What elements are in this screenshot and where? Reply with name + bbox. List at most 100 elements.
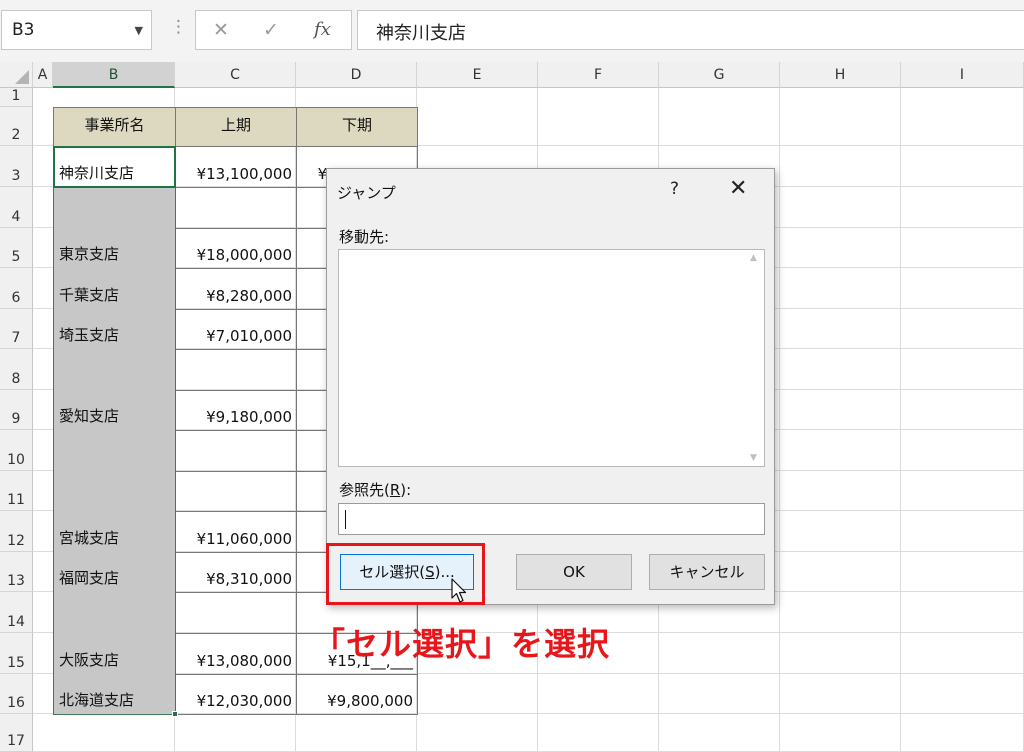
row-header-15[interactable]: 15 — [0, 633, 33, 674]
cell-value: 上期 — [220, 116, 251, 134]
reference-label-pre: 参照先( — [339, 481, 390, 499]
cell-c15[interactable]: ¥13,080,000 — [175, 633, 297, 675]
name-box[interactable]: B3 ▼ — [1, 10, 152, 50]
cell-b2[interactable]: 事業所名 — [53, 107, 176, 147]
cancel-icon[interactable]: ✕ — [213, 19, 229, 41]
cell-c13[interactable]: ¥8,310,000 — [175, 552, 297, 593]
row-number: 10 — [7, 452, 25, 468]
cell-c6[interactable]: ¥8,280,000 — [175, 268, 297, 310]
row-header-4[interactable]: 4 — [0, 187, 33, 228]
row-header-9[interactable]: 9 — [0, 390, 33, 430]
reference-input[interactable] — [338, 503, 765, 535]
goto-list[interactable]: ▲ ▼ — [338, 249, 765, 467]
help-icon[interactable]: ? — [670, 179, 679, 199]
selection-range — [53, 146, 176, 715]
row-header-17[interactable]: 17 — [0, 714, 33, 752]
row-number: 16 — [7, 695, 25, 711]
close-icon[interactable]: ✕ — [729, 176, 747, 201]
insert-function-icon[interactable]: fx — [314, 19, 331, 40]
scrollbar[interactable]: ▲ ▼ — [746, 250, 764, 466]
row-number: 3 — [11, 168, 21, 184]
cell-c12[interactable]: ¥11,060,000 — [175, 511, 297, 553]
row-header-7[interactable]: 7 — [0, 309, 33, 349]
cell-value: ¥8,280,000 — [206, 287, 292, 305]
row-header-11[interactable]: 11 — [0, 471, 33, 511]
row-header-14[interactable]: 14 — [0, 592, 33, 633]
check-icon[interactable]: ✓ — [263, 19, 279, 41]
cell-value: ¥12,030,000 — [196, 692, 292, 710]
row-header-6[interactable]: 6 — [0, 268, 33, 309]
row-header-16[interactable]: 16 — [0, 674, 33, 714]
cell-c10[interactable] — [175, 430, 297, 472]
cell-c9[interactable]: ¥9,180,000 — [175, 390, 297, 431]
row-number: 13 — [7, 573, 25, 589]
row-header-5[interactable]: 5 — [0, 228, 33, 268]
cell-value: 事業所名 — [84, 116, 145, 134]
formula-input-value: 神奈川支店 — [376, 23, 466, 44]
cell-value: ¥13,080,000 — [196, 652, 292, 670]
fill-handle[interactable] — [172, 711, 178, 717]
row-number: 1 — [11, 88, 21, 104]
column-header-i[interactable]: I — [901, 62, 1024, 88]
cancel-button[interactable]: キャンセル — [649, 554, 765, 590]
column-header-c[interactable]: C — [175, 62, 296, 88]
reference-label-post: ): — [400, 481, 412, 499]
cell-d16[interactable]: ¥9,800,000 — [296, 674, 418, 715]
cell-c7[interactable]: ¥7,010,000 — [175, 309, 297, 350]
row-number: 12 — [7, 533, 25, 549]
name-box-value: B3 — [12, 20, 35, 40]
cell-value: ¥13,100,000 — [196, 165, 292, 183]
cell-value: ¥8,310,000 — [206, 570, 292, 588]
row-header-2[interactable]: 2 — [0, 107, 33, 146]
row-header-13[interactable]: 13 — [0, 552, 33, 592]
chevron-down-icon[interactable]: ▼ — [135, 24, 143, 37]
ok-button[interactable]: OK — [516, 554, 632, 590]
cell-c14[interactable] — [175, 592, 297, 634]
goto-dialog: ジャンプ ? ✕ 移動先: ▲ ▼ 参照先(R): セル選択(S)... OK … — [326, 168, 775, 605]
column-header-g[interactable]: G — [659, 62, 780, 88]
goto-label: 移動先: — [339, 228, 390, 246]
cell-c8[interactable] — [175, 349, 297, 391]
formula-input[interactable]: 神奈川支店 — [357, 10, 1024, 50]
column-header-d[interactable]: D — [296, 62, 417, 88]
cell-c3[interactable]: ¥13,100,000 — [175, 146, 297, 188]
row-number: 4 — [11, 209, 21, 225]
reference-label: 参照先(R): — [339, 479, 411, 500]
row-number: 11 — [7, 492, 25, 508]
cell-c2[interactable]: 上期 — [175, 107, 297, 147]
row-number: 6 — [11, 290, 21, 306]
row-number: 2 — [11, 127, 21, 143]
row-number: 9 — [11, 411, 21, 427]
column-header-e[interactable]: E — [417, 62, 538, 88]
cell-c16[interactable]: ¥12,030,000 — [175, 674, 297, 715]
cell-c11[interactable] — [175, 471, 297, 512]
gridline — [900, 88, 901, 752]
cell-c4[interactable] — [175, 187, 297, 229]
active-cell[interactable] — [53, 146, 176, 188]
scroll-down-icon[interactable]: ▼ — [750, 453, 757, 463]
row-header-12[interactable]: 12 — [0, 511, 33, 552]
row-header-8[interactable]: 8 — [0, 349, 33, 390]
column-header-b[interactable]: B — [53, 62, 175, 88]
column-header-f[interactable]: F — [538, 62, 659, 88]
select-all-button[interactable] — [0, 62, 33, 88]
cell-value: ¥7,010,000 — [206, 327, 292, 345]
cell-value: ¥9,180,000 — [206, 408, 292, 426]
cell-c5[interactable]: ¥18,000,000 — [175, 228, 297, 269]
column-header-a[interactable]: A — [33, 62, 53, 88]
row-number: 7 — [11, 330, 21, 346]
mouse-pointer-icon — [451, 578, 467, 603]
cell-value: ¥11,060,000 — [196, 530, 292, 548]
row-number: 8 — [11, 371, 21, 387]
row-header-3[interactable]: 3 — [0, 146, 33, 187]
row-number: 15 — [7, 655, 25, 671]
row-header-1[interactable]: 1 — [0, 88, 33, 107]
column-header-h[interactable]: H — [780, 62, 901, 88]
cell-d2[interactable]: 下期 — [296, 107, 418, 147]
row-header-10[interactable]: 10 — [0, 430, 33, 471]
row-number: 5 — [11, 249, 21, 265]
dialog-title: ジャンプ — [337, 184, 396, 202]
scroll-up-icon[interactable]: ▲ — [750, 253, 757, 263]
formula-bar: B3 ▼ ⋮ ✕ ✓ fx 神奈川支店 — [0, 0, 1024, 62]
drag-handle-icon[interactable]: ⋮ — [170, 17, 187, 37]
